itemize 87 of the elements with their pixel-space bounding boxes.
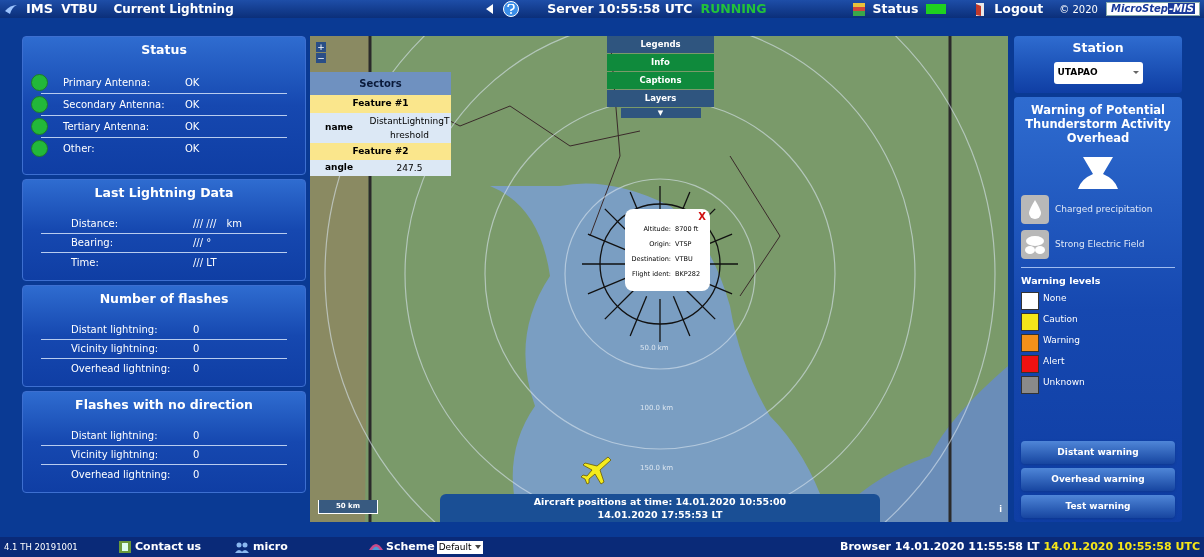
feature-heading: Feature #2 — [310, 142, 451, 160]
row-value: /// ° — [193, 236, 212, 251]
row-label: Time: — [71, 255, 100, 270]
feature-key: name — [310, 120, 368, 135]
row-label: Secondary Antenna: — [63, 97, 166, 112]
warning-symbol-icon — [1077, 157, 1119, 189]
sectors-title: Sectors — [310, 72, 451, 95]
scheme-label: Scheme — [386, 538, 435, 555]
condition-label: Strong Electric Field — [1055, 237, 1145, 251]
status-link[interactable]: Status — [872, 0, 919, 19]
panel-title: Station — [1072, 39, 1124, 57]
warning-button[interactable]: Distant warning — [1021, 441, 1175, 464]
map-menu-tab[interactable]: Layers — [607, 90, 714, 107]
caption-text: Aircraft positions at time: 14.01.2020 10:55:00 — [533, 495, 787, 508]
row-label: Distant lightning: — [71, 323, 159, 338]
feature-value: 247.5 — [395, 162, 424, 175]
row-label: Bearing: — [71, 236, 115, 251]
row-label: Other: — [63, 142, 96, 157]
row-unit: km — [226, 217, 242, 232]
airplane-icon[interactable] — [580, 454, 614, 488]
page-title: Current Lightning — [113, 1, 234, 18]
status-indicator — [926, 4, 947, 14]
row-value: OK — [185, 119, 200, 134]
level-label: Alert — [1043, 355, 1065, 369]
panel-title: Status — [140, 41, 188, 59]
zoom-out-button[interactable]: − — [316, 53, 326, 63]
contact-link[interactable]: Contact us — [135, 538, 235, 556]
station-select[interactable]: UTAPAO — [1053, 61, 1143, 84]
zoom-in-button[interactable]: + — [316, 42, 326, 52]
panel-title: Number of flashes — [98, 290, 230, 308]
logout-link[interactable]: Logout — [994, 0, 1044, 19]
help-icon[interactable] — [503, 1, 520, 17]
server-state: RUNNING — [700, 0, 767, 18]
door-icon — [974, 2, 987, 16]
row-value: 0 — [193, 342, 200, 357]
row-value: 0 — [193, 361, 200, 376]
row-value: 0 — [193, 429, 200, 444]
row-value: /// /// — [193, 217, 217, 232]
browser-time: Browser 14.01.2020 11:55:58 LT — [840, 538, 1040, 555]
map-menu-tab[interactable]: Captions — [607, 72, 714, 89]
row-value: 0 — [193, 467, 200, 482]
panel-title: Last Lightning Data — [93, 184, 235, 202]
row-value: OK — [185, 142, 200, 157]
row-label: Tertiary Antenna: — [63, 119, 151, 134]
version-text: 4.1 TH 20191001 — [4, 540, 79, 554]
row-label: Distance: — [71, 217, 120, 232]
warning-button[interactable]: Overhead warning — [1021, 468, 1175, 491]
feature-value: DistantLightningThreshold — [368, 114, 451, 142]
users-icon — [235, 541, 249, 553]
feature-heading: Feature #1 — [310, 95, 451, 113]
level-label: Unknown — [1043, 376, 1085, 390]
server-time: Server 10:55:58 UTC — [547, 0, 693, 18]
row-label: Distant lightning: — [71, 429, 159, 444]
warning-title: Warning of Potential Thunderstorm Activity Overhead — [1024, 102, 1172, 145]
close-button[interactable]: X — [698, 212, 706, 222]
status-chart-icon — [852, 2, 865, 16]
level-label: None — [1043, 292, 1067, 306]
row-value: 0 — [193, 448, 200, 463]
copyright-text: © 2020 — [1059, 2, 1098, 17]
station-code: VTBU — [61, 1, 98, 18]
level-label: Warning — [1043, 334, 1080, 348]
logo-icon — [4, 3, 18, 15]
palette-icon — [369, 542, 383, 552]
feature-key: angle — [310, 161, 368, 175]
row-value: OK — [185, 97, 200, 112]
legend-title: Warning levels — [1021, 274, 1102, 288]
utc-time: 14.01.2020 10:55:58 UTC — [1043, 538, 1200, 555]
row-value: OK — [185, 75, 200, 90]
panel-title: Flashes with no direction — [74, 396, 254, 414]
app-logo: IMS — [26, 0, 54, 19]
row-label: Primary Antenna: — [63, 75, 152, 90]
row-label: Overhead lightning: — [71, 361, 172, 376]
back-icon[interactable] — [485, 4, 496, 14]
warning-button[interactable]: Test warning — [1021, 495, 1175, 518]
row-value: 0 — [193, 323, 200, 338]
map-menu-tab[interactable]: Info — [607, 54, 714, 71]
level-label: Caution — [1043, 313, 1078, 327]
row-label: Vicinity lightning: — [71, 342, 160, 357]
scheme-select[interactable]: Default — [436, 540, 483, 554]
caption-text: 14.01.2020 17:55:53 LT — [597, 508, 723, 521]
row-value: /// LT — [193, 255, 217, 270]
user-name: micro — [253, 538, 289, 555]
row-label: Overhead lightning: — [71, 467, 172, 482]
brand-logo: MicroStep-MIS — [1105, 2, 1200, 16]
condition-label: Charged precipitation — [1055, 202, 1153, 216]
row-label: Vicinity lightning: — [71, 448, 160, 463]
map-menu-tab[interactable]: Legends — [607, 36, 714, 53]
